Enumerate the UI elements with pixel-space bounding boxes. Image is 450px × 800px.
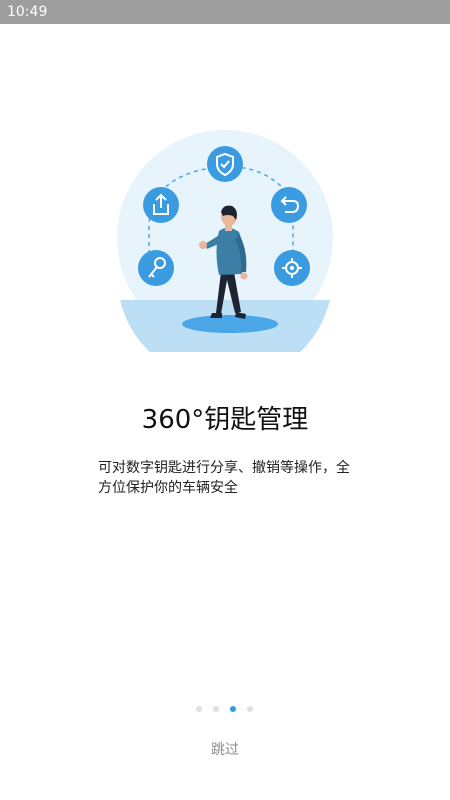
description-line: 方位保护你的车辆安全 (98, 480, 238, 496)
key-icon (138, 250, 174, 286)
feature-description: 可对数字钥匙进行分享、撤销等操作，全 方位保护你的车辆安全 (98, 458, 358, 498)
page-dot (247, 706, 253, 712)
undo-icon (271, 187, 307, 223)
page-dot-active (230, 706, 236, 712)
share-icon (143, 187, 179, 223)
page-dot (213, 706, 219, 712)
shield-check-icon (207, 146, 243, 182)
status-bar: 10:49 (0, 0, 450, 24)
skip-button[interactable]: 跳过 (0, 738, 450, 762)
page-title: 360°钥匙管理 (141, 405, 309, 435)
description-line: 可对数字钥匙进行分享、撤销等操作，全 (98, 460, 350, 476)
page-dot (196, 706, 202, 712)
onboarding-illustration (115, 128, 335, 383)
gear-icon (274, 250, 310, 286)
status-time: 10:49 (7, 4, 48, 20)
